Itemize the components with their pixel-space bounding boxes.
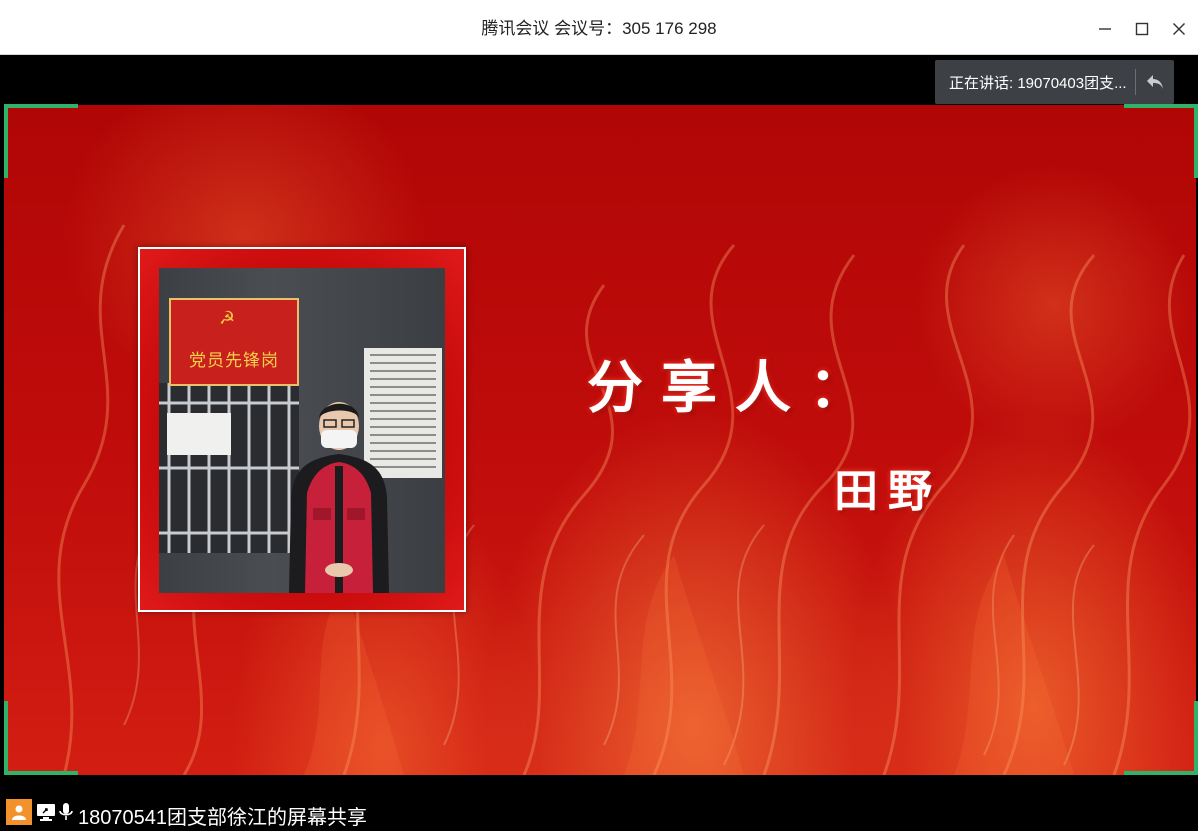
- bottom-status-bar: 18070541团支部徐江的屏幕共享: [0, 776, 1198, 831]
- person-figure: [289, 402, 389, 593]
- notice-paper: [167, 413, 231, 455]
- presenter-name: 田野: [834, 466, 942, 517]
- presenter-photo-frame: ☭ 党员先锋岗: [138, 247, 466, 612]
- maximize-button[interactable]: [1125, 12, 1159, 46]
- maximize-icon: [1135, 22, 1149, 36]
- screen-share-icon: [37, 804, 55, 821]
- speaking-indicator-text: 正在讲话: 19070403团支...: [949, 74, 1127, 92]
- share-frame-corner-top-right: [1124, 104, 1198, 178]
- return-button[interactable]: [1136, 60, 1174, 104]
- speaking-indicator[interactable]: 正在讲话: 19070403团支...: [935, 60, 1174, 104]
- minimize-button[interactable]: [1088, 12, 1122, 46]
- presenter-photo: ☭ 党员先锋岗: [159, 268, 445, 593]
- shared-slide: ☭ 党员先锋岗 分享人： 田野: [4, 105, 1196, 775]
- party-sign-text: 党员先锋岗: [189, 351, 279, 371]
- user-avatar-icon: [6, 799, 32, 825]
- window-titlebar: 腾讯会议 会议号：305 176 298: [0, 0, 1198, 55]
- party-emblem-icon: ☭: [219, 308, 236, 328]
- window-title: 腾讯会议 会议号：305 176 298: [481, 19, 717, 38]
- close-button[interactable]: [1162, 12, 1196, 46]
- reply-arrow-icon: [1147, 75, 1163, 89]
- share-frame-corner-top-left: [4, 104, 78, 178]
- minimize-icon: [1099, 28, 1111, 30]
- close-icon: [1173, 23, 1185, 35]
- slide-title: 分享人：: [587, 355, 883, 421]
- share-frame-corner-bottom-left: [4, 701, 78, 775]
- party-sign: ☭ 党员先锋岗: [169, 298, 299, 386]
- microphone-icon: [59, 803, 73, 820]
- screen-share-label: 18070541团支部徐江的屏幕共享: [78, 807, 367, 829]
- share-frame-corner-bottom-right: [1124, 701, 1198, 775]
